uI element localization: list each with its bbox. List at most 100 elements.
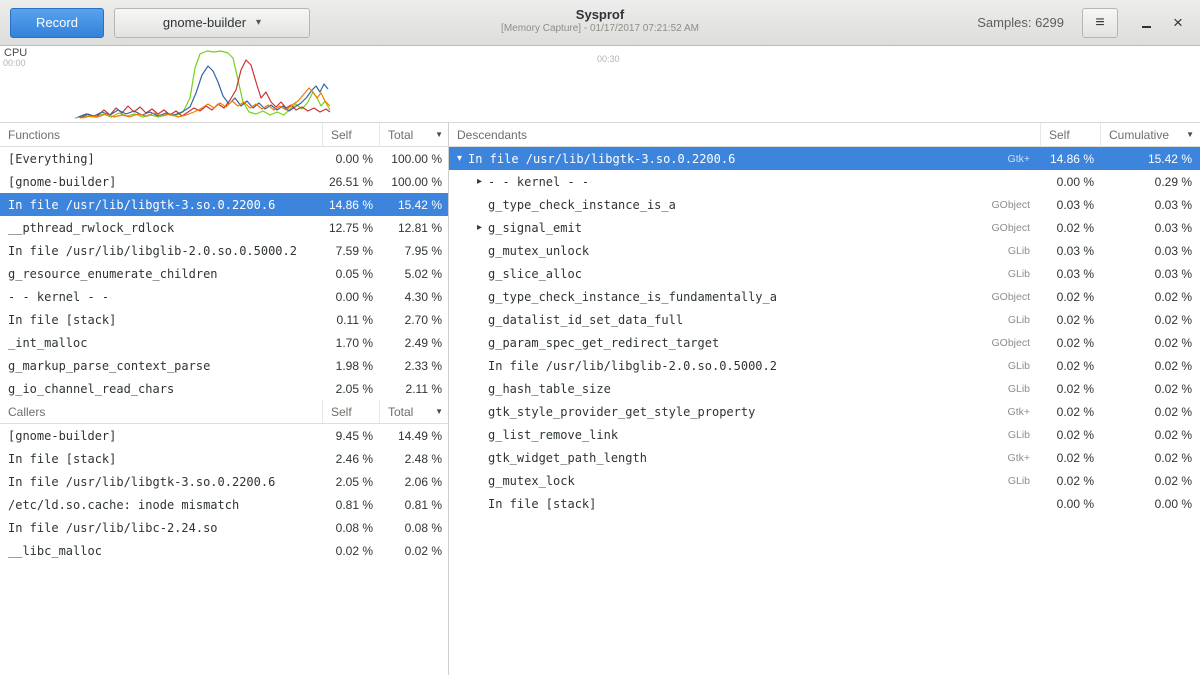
table-row[interactable]: In file [stack]0.11 %2.70 % xyxy=(0,308,448,331)
library-badge: Gtk+ xyxy=(1008,153,1040,165)
column-header-total[interactable]: Total ▼ xyxy=(379,123,448,146)
minimize-button[interactable] xyxy=(1132,9,1160,37)
table-row[interactable]: g_mutex_lockGLib0.02 %0.02 % xyxy=(449,469,1200,492)
column-header-cumulative-label: Cumulative xyxy=(1109,128,1169,142)
library-badge: GObject xyxy=(991,337,1040,349)
table-row[interactable]: g_slice_allocGLib0.03 %0.03 % xyxy=(449,262,1200,285)
total-percent: 15.42 % xyxy=(379,198,448,212)
self-percent: 0.00 % xyxy=(322,152,379,166)
table-row[interactable]: g_type_check_instance_is_aGObject0.03 %0… xyxy=(449,193,1200,216)
total-percent: 100.00 % xyxy=(379,152,448,166)
table-row[interactable]: In file /usr/lib/libgtk-3.so.0.2200.62.0… xyxy=(0,470,448,493)
function-name: In file [stack] xyxy=(0,452,322,466)
table-row[interactable]: [gnome-builder]26.51 %100.00 % xyxy=(0,170,448,193)
hamburger-icon: ≡ xyxy=(1095,14,1104,32)
self-percent: 0.02 % xyxy=(1040,359,1100,373)
table-row[interactable]: g_io_channel_read_chars2.05 %2.11 % xyxy=(0,377,448,400)
expander-closed-icon[interactable]: ▸ xyxy=(473,222,486,233)
callers-header: Callers Self Total ▼ xyxy=(0,400,448,424)
table-row[interactable]: gtk_widget_path_lengthGtk+0.02 %0.02 % xyxy=(449,446,1200,469)
table-row[interactable]: g_mutex_unlockGLib0.03 %0.03 % xyxy=(449,239,1200,262)
table-row[interactable]: g_param_spec_get_redirect_targetGObject0… xyxy=(449,331,1200,354)
record-button[interactable]: Record xyxy=(10,8,104,38)
table-row[interactable]: ▸g_signal_emitGObject0.02 %0.03 % xyxy=(449,216,1200,239)
column-header-functions[interactable]: Functions xyxy=(0,128,322,142)
sysprof-window: Record gnome-builder ▾ Sysprof [Memory C… xyxy=(0,0,1200,675)
cpu-graph[interactable]: CPU 00:00 00:30 xyxy=(0,46,1200,123)
library-badge: GObject xyxy=(991,291,1040,303)
functions-header: Functions Self Total ▼ xyxy=(0,123,448,147)
table-row[interactable]: g_resource_enumerate_children0.05 %5.02 … xyxy=(0,262,448,285)
function-name: In file /usr/lib/libgtk-3.so.0.2200.6 xyxy=(0,198,322,212)
self-percent: 0.02 % xyxy=(322,544,379,558)
table-row[interactable]: g_list_remove_linkGLib0.02 %0.02 % xyxy=(449,423,1200,446)
capture-subtitle: [Memory Capture] - 01/17/2017 07:21:52 A… xyxy=(300,22,900,35)
self-percent: 0.03 % xyxy=(1040,198,1100,212)
total-percent: 0.02 % xyxy=(379,544,448,558)
table-row[interactable]: In file /usr/lib/libc-2.24.so0.08 %0.08 … xyxy=(0,516,448,539)
column-header-descendants[interactable]: Descendants xyxy=(449,128,1040,142)
self-percent: 9.45 % xyxy=(322,429,379,443)
function-name: In file /usr/lib/libc-2.24.so xyxy=(0,521,322,535)
column-header-self[interactable]: Self xyxy=(322,400,379,423)
table-row[interactable]: _int_malloc1.70 %2.49 % xyxy=(0,331,448,354)
table-row[interactable]: /etc/ld.so.cache: inode mismatch0.81 %0.… xyxy=(0,493,448,516)
self-percent: 0.02 % xyxy=(1040,405,1100,419)
self-percent: 0.02 % xyxy=(1040,382,1100,396)
table-row[interactable]: In file [stack]2.46 %2.48 % xyxy=(0,447,448,470)
cumulative-percent: 0.02 % xyxy=(1100,359,1200,373)
function-name: _int_malloc xyxy=(0,336,322,350)
column-header-cumulative[interactable]: Cumulative ▼ xyxy=(1100,123,1200,146)
table-row[interactable]: [gnome-builder]9.45 %14.49 % xyxy=(0,424,448,447)
table-row[interactable]: ▸- - kernel - -0.00 %0.29 % xyxy=(449,170,1200,193)
menu-button[interactable]: ≡ xyxy=(1082,8,1118,38)
cumulative-percent: 0.29 % xyxy=(1100,175,1200,189)
function-name: g_type_check_instance_is_a xyxy=(486,198,676,212)
table-row[interactable]: In file /usr/lib/libglib-2.0.so.0.5000.2… xyxy=(0,239,448,262)
table-row[interactable]: In file [stack]0.00 %0.00 % xyxy=(449,492,1200,515)
cumulative-percent: 0.03 % xyxy=(1100,267,1200,281)
table-row[interactable]: ▾In file /usr/lib/libgtk-3.so.0.2200.6Gt… xyxy=(449,147,1200,170)
expander-closed-icon[interactable]: ▸ xyxy=(473,176,486,187)
library-badge: GObject xyxy=(991,222,1040,234)
function-name: [gnome-builder] xyxy=(0,429,322,443)
function-name: g_mutex_unlock xyxy=(486,244,589,258)
total-percent: 7.95 % xyxy=(379,244,448,258)
function-name: g_resource_enumerate_children xyxy=(0,267,322,281)
time-label-mid: 00:30 xyxy=(597,54,620,64)
sort-indicator-icon: ▼ xyxy=(1186,130,1194,139)
self-percent: 26.51 % xyxy=(322,175,379,189)
table-row[interactable]: g_markup_parse_context_parse1.98 %2.33 % xyxy=(0,354,448,377)
table-row[interactable]: gtk_style_provider_get_style_propertyGtk… xyxy=(449,400,1200,423)
table-row[interactable]: g_hash_table_sizeGLib0.02 %0.02 % xyxy=(449,377,1200,400)
self-percent: 14.86 % xyxy=(322,198,379,212)
self-percent: 7.59 % xyxy=(322,244,379,258)
table-row[interactable]: g_type_check_instance_is_fundamentally_a… xyxy=(449,285,1200,308)
library-badge: GLib xyxy=(1008,314,1040,326)
sort-indicator-icon: ▼ xyxy=(435,130,443,139)
function-name: In file /usr/lib/libglib-2.0.so.0.5000.2 xyxy=(0,244,322,258)
total-percent: 14.49 % xyxy=(379,429,448,443)
function-name: g_markup_parse_context_parse xyxy=(0,359,322,373)
column-header-self[interactable]: Self xyxy=(1040,123,1100,146)
table-row[interactable]: In file /usr/lib/libglib-2.0.so.0.5000.2… xyxy=(449,354,1200,377)
table-row[interactable]: - - kernel - -0.00 %4.30 % xyxy=(0,285,448,308)
close-button[interactable]: × xyxy=(1164,9,1192,37)
column-header-callers[interactable]: Callers xyxy=(0,405,322,419)
cumulative-percent: 15.42 % xyxy=(1100,152,1200,166)
library-badge: Gtk+ xyxy=(1008,452,1040,464)
function-name: g_param_spec_get_redirect_target xyxy=(486,336,719,350)
process-selector[interactable]: gnome-builder ▾ xyxy=(114,8,310,38)
total-percent: 2.06 % xyxy=(379,475,448,489)
function-name: [gnome-builder] xyxy=(0,175,322,189)
table-row[interactable]: __libc_malloc0.02 %0.02 % xyxy=(0,539,448,562)
table-row[interactable]: [Everything]0.00 %100.00 % xyxy=(0,147,448,170)
library-badge: GObject xyxy=(991,199,1040,211)
table-row[interactable]: g_datalist_id_set_data_fullGLib0.02 %0.0… xyxy=(449,308,1200,331)
table-row[interactable]: __pthread_rwlock_rdlock12.75 %12.81 % xyxy=(0,216,448,239)
cumulative-percent: 0.00 % xyxy=(1100,497,1200,511)
column-header-total[interactable]: Total ▼ xyxy=(379,400,448,423)
column-header-self[interactable]: Self xyxy=(322,123,379,146)
table-row[interactable]: In file /usr/lib/libgtk-3.so.0.2200.614.… xyxy=(0,193,448,216)
expander-open-icon[interactable]: ▾ xyxy=(453,153,466,164)
